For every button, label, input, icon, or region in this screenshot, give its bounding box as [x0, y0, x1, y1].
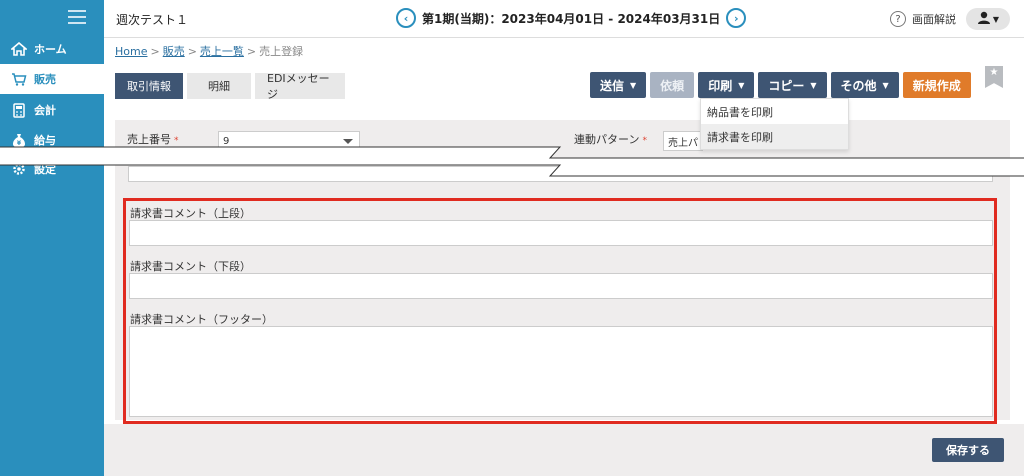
save-button[interactable]: 保存する: [932, 438, 1004, 462]
user-menu-button[interactable]: ▼: [966, 8, 1010, 30]
sidebar-item-label: ホーム: [34, 43, 67, 56]
home-icon: [10, 41, 28, 57]
sidebar-item-label: 会計: [34, 104, 56, 117]
calculator-icon: [10, 102, 28, 118]
tab-details[interactable]: 明細: [187, 73, 251, 99]
breadcrumb: Home > 販売 > 売上一覧 > 売上登録: [115, 45, 304, 58]
bottom-bar: [104, 424, 1024, 476]
required-mark: *: [642, 136, 647, 146]
bookmark-star-icon[interactable]: ★: [985, 66, 1003, 88]
sidebar-item-label: 販売: [34, 73, 56, 86]
sidebar-item-payroll[interactable]: ¥ 給与: [0, 125, 104, 155]
dropdown-arrow-icon: [343, 139, 353, 144]
period-selector: ‹ 第1期(当期)：2023年04月01日 - 2024年03月31日 ›: [396, 8, 747, 28]
chevron-down-icon: ▼: [992, 14, 1000, 24]
sidebar-item-label: 設定: [34, 163, 56, 176]
question-icon: ?: [890, 11, 906, 27]
period-text: 第1期(当期)：2023年04月01日 - 2024年03月31日: [422, 11, 721, 26]
header: 週次テスト１ ‹ 第1期(当期)：2023年04月01日 - 2024年03月3…: [104, 0, 1024, 38]
highlight-box: [123, 198, 997, 424]
linkage-pattern-select[interactable]: 売上パ: [663, 131, 703, 151]
caret-down-icon: ▼: [810, 80, 817, 90]
other-button[interactable]: その他 ▼: [830, 72, 899, 98]
send-button[interactable]: 送信 ▼: [590, 72, 647, 98]
help-link[interactable]: ? 画面解説: [890, 11, 956, 27]
copy-label: コピー: [768, 78, 805, 93]
sales-number-value: 9: [223, 135, 230, 147]
new-create-button[interactable]: 新規作成: [902, 72, 971, 98]
sales-number-label-text: 売上番号: [127, 133, 171, 146]
hamburger-menu-icon[interactable]: [68, 10, 86, 24]
sidebar-item-label: 給与: [34, 134, 56, 147]
sidebar-item-settings[interactable]: 設定: [0, 154, 104, 184]
tab-transaction-info[interactable]: 取引情報: [115, 73, 183, 99]
linkage-pattern-label: 連動パターン *: [574, 131, 647, 147]
request-label: 依頼: [660, 78, 685, 93]
new-create-label: 新規作成: [912, 78, 961, 93]
print-label: 印刷: [708, 78, 733, 93]
next-period-button[interactable]: ›: [726, 8, 747, 28]
help-label: 画面解説: [912, 13, 956, 26]
print-dropdown-menu: 納品書を印刷 請求書を印刷: [700, 98, 849, 150]
cart-icon: [10, 71, 28, 87]
breadcrumb-home[interactable]: Home: [115, 45, 147, 58]
send-label: 送信: [600, 78, 625, 93]
linkage-pattern-value: 売上パ: [668, 137, 698, 149]
print-invoice-item[interactable]: 請求書を印刷: [701, 124, 848, 149]
tab-edi-message[interactable]: EDIメッセージ: [255, 72, 345, 101]
request-button[interactable]: 依頼: [650, 72, 695, 98]
sidebar-item-sales[interactable]: 販売: [0, 64, 104, 94]
sidebar-item-home[interactable]: ホーム: [0, 34, 104, 64]
breadcrumb-current: 売上登録: [259, 45, 304, 58]
toolbar: 送信 ▼ 依頼 印刷 ▼ コピー ▼ その他 ▼ 新規作成: [590, 72, 975, 98]
tab-bar: 取引情報 明細 EDIメッセージ: [115, 72, 349, 101]
copy-button[interactable]: コピー ▼: [758, 72, 827, 98]
sidebar: ホーム 販売 会計 ¥ 給与 設定: [0, 0, 104, 476]
money-bag-icon: ¥: [10, 132, 28, 148]
print-button[interactable]: 印刷 ▼: [698, 72, 755, 98]
breadcrumb-sales[interactable]: 販売: [163, 45, 185, 58]
previous-period-button[interactable]: ‹: [396, 8, 416, 28]
remarks-textarea[interactable]: [128, 166, 993, 182]
gear-icon: [10, 161, 28, 177]
caret-down-icon: ▼: [882, 80, 889, 90]
other-label: その他: [840, 78, 877, 93]
sales-number-label: 売上番号 *: [127, 131, 179, 147]
breadcrumb-sales-list[interactable]: 売上一覧: [200, 45, 244, 58]
caret-down-icon: ▼: [630, 80, 637, 90]
user-icon: [977, 11, 991, 27]
print-delivery-note-item[interactable]: 納品書を印刷: [701, 99, 848, 124]
linkage-pattern-label-text: 連動パターン: [574, 133, 640, 146]
required-mark: *: [174, 136, 179, 146]
sales-number-select[interactable]: 9: [218, 131, 360, 151]
caret-down-icon: ▼: [738, 80, 745, 90]
app-title: 週次テスト１: [116, 13, 189, 27]
sidebar-item-accounting[interactable]: 会計: [0, 95, 104, 125]
